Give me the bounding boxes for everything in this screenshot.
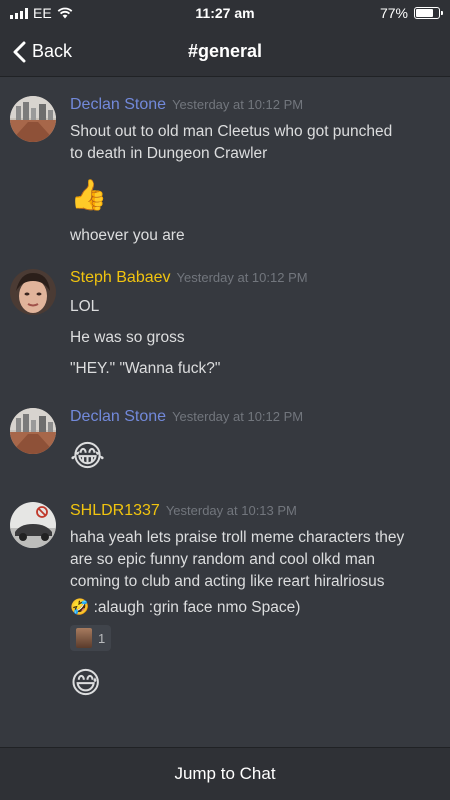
message-text: haha yeah lets praise troll meme charact…	[70, 529, 405, 546]
carrier-label: EE	[33, 5, 52, 21]
battery-fill	[416, 9, 433, 17]
reaction-button[interactable]: 1	[70, 625, 112, 651]
status-right: 77%	[379, 5, 443, 21]
timestamp: Yesterday at 10:12 PM	[176, 270, 308, 285]
message-text: are so epic funny random and cool olkd m…	[70, 551, 376, 568]
message-header: Declan Stone Yesterday at 10:12 PM	[70, 96, 438, 118]
avatar[interactable]	[10, 269, 56, 315]
avatar[interactable]	[10, 96, 56, 142]
message-text: to death in Dungeon Crawler	[70, 145, 268, 162]
message-text: coming to club and acting like reart hir…	[70, 573, 385, 590]
message-header: Declan Stone Yesterday at 10:12 PM	[70, 408, 438, 430]
avatar[interactable]	[10, 502, 56, 548]
back-button[interactable]: Back	[12, 26, 72, 77]
timestamp: Yesterday at 10:12 PM	[172, 97, 304, 112]
avatar[interactable]	[10, 408, 56, 454]
message-group: Declan Stone Yesterday at 10:12 PM Shout…	[0, 78, 450, 247]
author-name[interactable]: Declan Stone	[70, 408, 166, 426]
channel-title: #general	[187, 40, 263, 61]
reaction-count: 1	[98, 630, 106, 646]
message-text: "HEY." "Wanna fuck?"	[70, 360, 221, 377]
message-header: Steph Babaev Yesterday at 10:12 PM	[70, 269, 438, 291]
thumbs-up-emoji: 👍	[70, 179, 108, 212]
timestamp: Yesterday at 10:13 PM	[165, 503, 297, 518]
battery-icon	[414, 7, 443, 19]
message-group: SHLDR1337 Yesterday at 10:13 PM haha yea…	[0, 474, 450, 701]
message-group: Steph Babaev Yesterday at 10:12 PM LOL H…	[0, 247, 450, 380]
wifi-icon	[57, 7, 73, 19]
nav-bar: Back #general	[0, 26, 450, 77]
message-group: Declan Stone Yesterday at 10:12 PM 😂	[0, 380, 450, 474]
timestamp: Yesterday at 10:12 PM	[172, 409, 304, 424]
message-text: LOL	[70, 298, 100, 315]
message-text: Shout out to old man Cleetus who got pun…	[70, 123, 393, 140]
laughing-emoji: 😂	[70, 440, 106, 473]
jump-to-chat-button[interactable]: Jump to Chat	[0, 747, 450, 800]
battery-percent: 77%	[379, 5, 408, 21]
message-header: SHLDR1337 Yesterday at 10:13 PM	[70, 502, 438, 524]
status-bar: EE 11:27 am 77%	[0, 0, 450, 26]
reaction-row: 1	[70, 625, 438, 653]
author-name[interactable]: Steph Babaev	[70, 269, 171, 287]
message-list: Declan Stone Yesterday at 10:12 PM Shout…	[0, 78, 450, 746]
custom-emoji-icon	[76, 628, 92, 648]
jump-label: Jump to Chat	[174, 764, 276, 783]
message-text: He was so gross	[70, 329, 185, 346]
author-name[interactable]: Declan Stone	[70, 96, 166, 114]
status-left: EE	[10, 5, 73, 21]
sweat-smile-emoji: 😅	[70, 667, 102, 700]
chevron-left-icon	[13, 41, 26, 62]
signal-icon	[10, 7, 28, 19]
author-name[interactable]: SHLDR1337	[70, 502, 160, 520]
back-label: Back	[32, 41, 73, 61]
message-text: whoever you are	[70, 227, 185, 244]
message-text: 🤣 :alaugh :grin face nmo Space)	[70, 599, 301, 616]
